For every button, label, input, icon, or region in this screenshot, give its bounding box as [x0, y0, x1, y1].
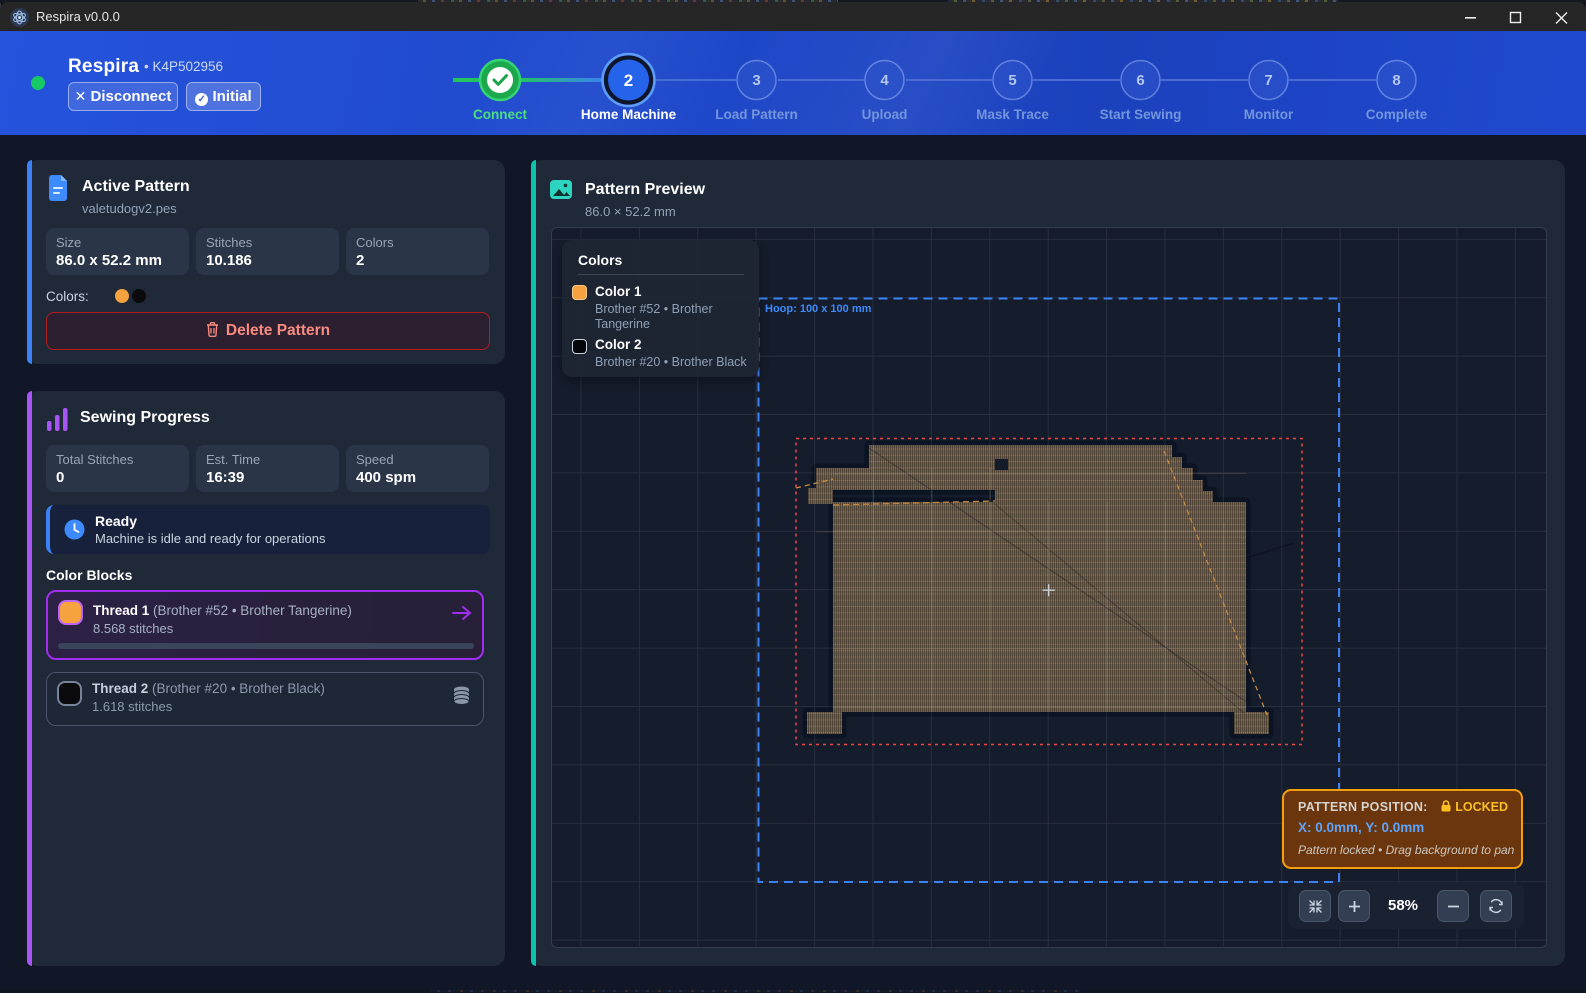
svg-text:5: 5 — [1008, 72, 1016, 89]
svg-text:Monitor: Monitor — [1244, 107, 1294, 122]
svg-text:3: 3 — [752, 72, 760, 89]
svg-text:6: 6 — [1136, 72, 1144, 89]
svg-text:Home Machine: Home Machine — [581, 107, 677, 122]
svg-text:Upload: Upload — [862, 107, 908, 122]
svg-text:Load Pattern: Load Pattern — [715, 107, 798, 122]
svg-text:8: 8 — [1392, 72, 1400, 89]
svg-text:Hoop: 100 x 100 mm: Hoop: 100 x 100 mm — [765, 303, 872, 315]
svg-text:Mask Trace: Mask Trace — [976, 107, 1049, 122]
svg-text:4: 4 — [880, 72, 889, 89]
svg-text:7: 7 — [1264, 72, 1272, 89]
svg-text:Connect: Connect — [473, 107, 528, 122]
svg-text:2: 2 — [624, 71, 633, 90]
svg-text:Complete: Complete — [1366, 107, 1428, 122]
svg-text:Start Sewing: Start Sewing — [1100, 107, 1182, 122]
